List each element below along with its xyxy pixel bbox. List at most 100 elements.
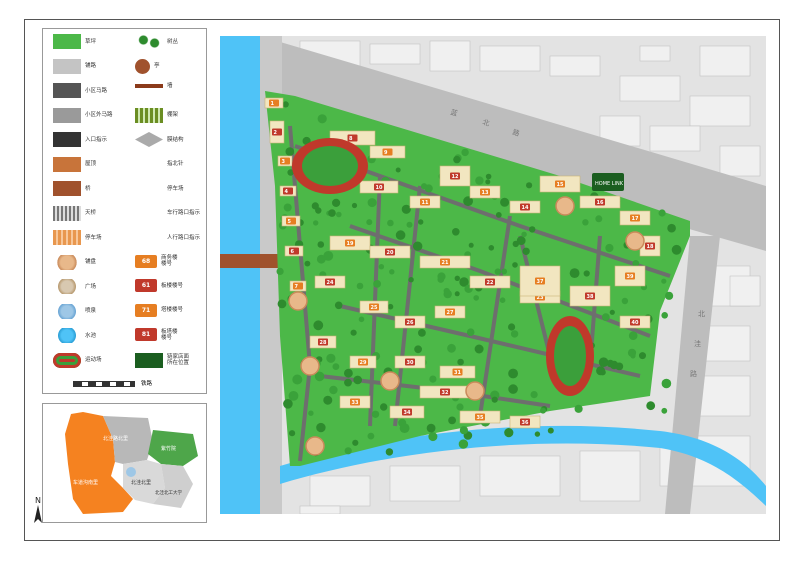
legend-tag-number: 81 [141,331,151,338]
legend-label: 商务楼 楼号 [161,255,178,267]
building-number: 10 [376,185,383,191]
tree [429,375,437,383]
tree [605,243,614,253]
north-label: N [35,496,41,505]
tree [488,245,495,251]
tree [466,328,475,337]
building-number: 15 [557,182,564,188]
tree [459,426,468,435]
tree [526,182,533,189]
plaza-disc [555,196,575,216]
wall-swatch [135,84,163,88]
building-number: 12 [452,174,459,180]
tree [516,236,526,246]
legend-tag-number: 68 [141,257,151,265]
tower-building-number: 71 [135,303,157,317]
tree [344,447,352,455]
city-block [699,45,751,77]
tree [289,430,296,437]
tree [627,348,637,357]
rail-label: 铁路 [141,381,153,387]
bridge-swatch [53,181,81,196]
tree [512,262,518,268]
building-number: 5 [288,219,292,225]
tree [485,179,491,185]
tree [336,211,342,218]
tree [468,242,474,248]
outer-road-swatch [53,107,81,123]
building-number: 13 [482,190,489,196]
tree [292,374,303,385]
city-block [429,40,471,72]
tree [646,401,656,411]
legend-item-parking-lot-swatch: 停车场 [53,230,102,245]
legend-item-community-road-swatch: 小区马路 [53,83,107,98]
city-block [719,145,761,177]
tree [501,268,508,275]
pavilion-swatch [135,58,150,74]
tree [569,268,580,278]
tree [395,230,406,240]
tree [448,416,456,425]
tree [408,277,414,283]
tree [380,403,388,411]
building-number: 19 [347,241,354,247]
tree [508,323,516,331]
tree [328,209,336,217]
tree [428,432,438,442]
north-arrow: N [33,496,43,525]
legend-label: 链家店面 所在位置 [167,354,190,366]
legend-label: 墙 [167,83,173,89]
tree [529,226,536,233]
tree [547,427,554,434]
tree [283,399,293,409]
tree [454,291,460,297]
pool-swatch [53,328,81,343]
legend-label: 停车场 [167,185,184,192]
tree [350,329,357,336]
city-block [579,450,641,502]
city-block [309,475,371,507]
tree [475,176,484,185]
building-number: 35 [477,415,484,421]
tree [344,368,353,378]
building-number: 8 [349,136,353,142]
building-number: 20 [387,250,394,256]
tree [316,422,326,433]
legend-label: 板楼楼号 [161,282,184,289]
building-number: 39 [627,274,634,280]
legend-item-tower-building-number: 71 塔楼楼号 [135,303,183,317]
inset-label-0: 车道沟南里 [73,479,98,486]
tree [639,352,646,360]
tree [665,291,674,300]
legend-label: 膜结构 [167,136,184,143]
city-block [639,45,671,62]
city-block [389,465,461,502]
tree [599,369,606,376]
tree [494,268,501,275]
plaza-disc [288,291,308,311]
tree [504,428,514,438]
tree [530,391,538,399]
pedestrian-entry-icon [135,230,163,245]
homelink-store-swatch [135,352,163,368]
building-number: 28 [320,340,327,346]
tree [367,198,377,208]
legend-label: 小区外马路 [85,112,113,118]
legend-label: 棚架 [167,112,179,118]
building-number: 22 [487,280,494,286]
tree [418,329,426,337]
tree [491,396,498,403]
legend-label: 屋顶 [85,161,97,167]
legend-item-homelink-store-swatch: 链家店面 所在位置 [135,352,190,368]
homelink-store-marker[interactable]: HOME LINK [592,173,624,191]
car-entry-icon [135,206,163,221]
legend-item-wall-swatch: 墙 [135,83,173,89]
legend-item-bridge-swatch: 桥 [53,181,91,196]
tree [485,173,492,180]
tree [389,269,395,275]
building-number: 36 [522,420,529,426]
inset-label-3: 北洼北里 [131,479,151,486]
entrance-icon [53,132,81,147]
tree [661,278,667,284]
